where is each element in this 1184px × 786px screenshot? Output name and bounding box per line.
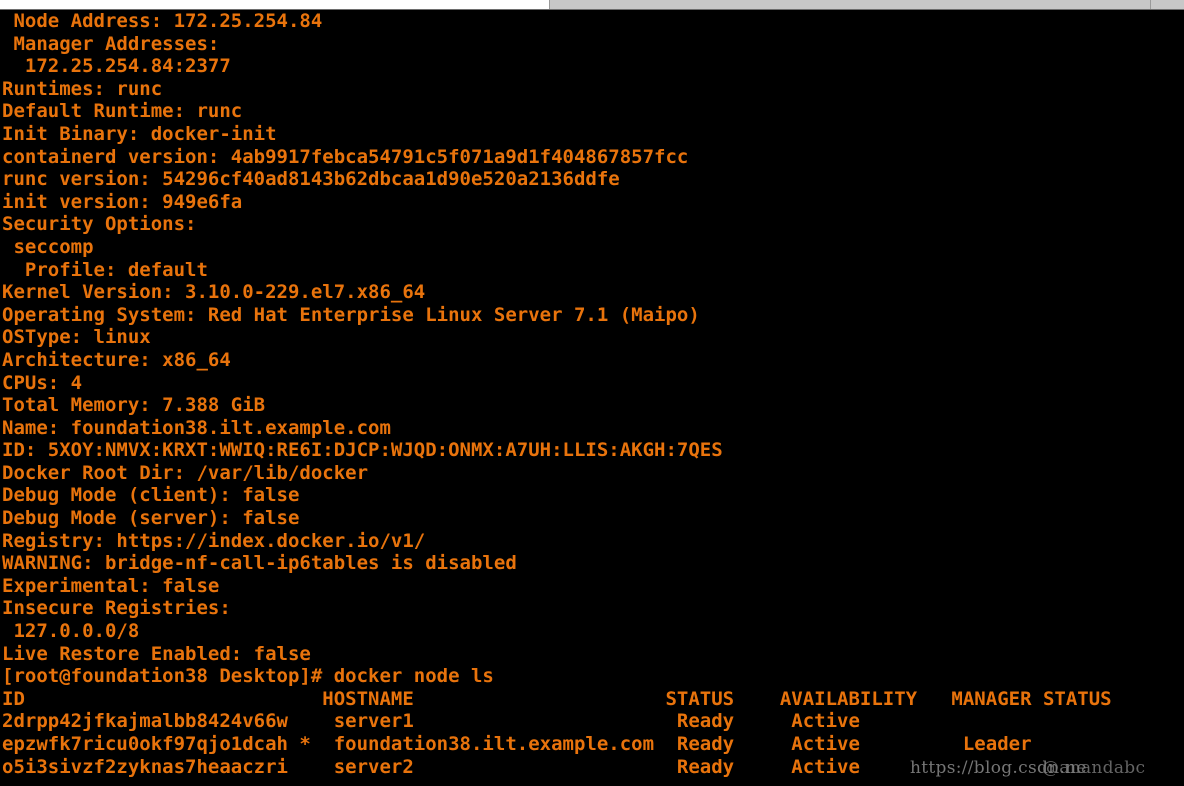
node-table-row-1: epzwfk7ricu0okf97qjo1dcah * foundation38…	[2, 733, 1032, 755]
docker-info-line-13: Operating System: Red Hat Enterprise Lin…	[2, 303, 700, 326]
docker-info-line-22: Debug Mode (server): false	[2, 507, 300, 530]
docker-info-line-0: Node Address: 172.25.254.84	[2, 10, 323, 32]
terminal-output: Node Address: 172.25.254.84 Manager Addr…	[0, 10, 1184, 665]
docker-info-line-11: Profile: default	[2, 258, 208, 281]
docker-info-line-7: runc version: 54296cf40ad8143b62dbcaa1d9…	[2, 168, 620, 191]
docker-info-line-25: Experimental: false	[2, 574, 220, 597]
chrome-divider	[1150, 0, 1151, 9]
docker-info-line-23: Registry: https://index.docker.io/v1/	[2, 529, 426, 552]
docker-info-line-15: Architecture: x86_64	[2, 348, 231, 371]
docker-info-line-18: Name: foundation38.ilt.example.com	[2, 416, 391, 439]
docker-info-line-10: seccomp	[2, 235, 94, 258]
docker-info-line-4: Default Runtime: runc	[2, 100, 243, 123]
window-chrome-bar	[0, 0, 1184, 10]
docker-info-line-12: Kernel Version: 3.10.0-229.el7.x86_64	[2, 281, 426, 304]
docker-info-line-19: ID: 5XOY:NMVX:KRXT:WWIQ:RE6I:DJCP:WJQD:O…	[2, 439, 723, 462]
docker-info-line-16: CPUs: 4	[2, 371, 83, 394]
shell-prompt-command: [root@foundation38 Desktop]# docker node…	[2, 665, 494, 688]
docker-info-line-5: Init Binary: docker-init	[2, 122, 277, 145]
docker-info-line-1: Manager Addresses:	[2, 32, 220, 55]
docker-info-line-3: Runtimes: runc	[2, 77, 163, 100]
node-table-row-0: 2drpp42jfkajmalbb8424v66w server1 Ready …	[2, 710, 860, 733]
docker-info-line-14: OSType: linux	[2, 326, 151, 349]
docker-info-line-9: Security Options:	[2, 213, 197, 236]
csdn-watermark-handle: @anandabc	[1042, 758, 1146, 778]
node-table-header: ID HOSTNAME STATUS AVAILABILITY MANAGER …	[2, 687, 1112, 710]
docker-info-line-6: containerd version: 4ab9917febca54791c5f…	[2, 145, 689, 168]
terminal-window[interactable]: Node Address: 172.25.254.84 Manager Addr…	[0, 10, 1184, 786]
terminal-command-line: [root@foundation38 Desktop]# docker node…	[0, 665, 1184, 688]
docker-info-line-2: 172.25.254.84:2377	[2, 55, 231, 78]
docker-info-line-26: Insecure Registries:	[2, 597, 231, 620]
docker-info-line-20: Docker Root Dir: /var/lib/docker	[2, 461, 369, 484]
docker-info-line-27: 127.0.0.0/8	[2, 620, 140, 643]
docker-info-line-17: Total Memory: 7.388 GiB	[2, 394, 266, 417]
docker-info-line-28: Live Restore Enabled: false	[2, 642, 311, 665]
docker-info-line-21: Debug Mode (client): false	[2, 484, 300, 507]
docker-info-line-8: init version: 949e6fa	[2, 190, 243, 213]
browser-active-tab[interactable]	[0, 0, 550, 9]
docker-info-line-24: WARNING: bridge-nf-call-ip6tables is dis…	[2, 552, 517, 575]
